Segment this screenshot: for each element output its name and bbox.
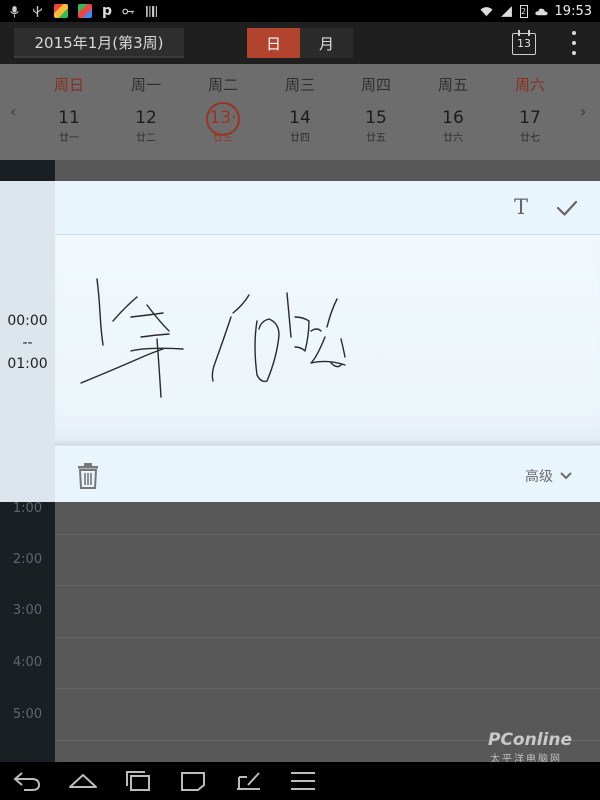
day-number: 14: [289, 108, 311, 128]
event-start-time: 00:00: [7, 313, 48, 329]
note-icon[interactable]: [178, 769, 208, 793]
watermark-brand: PConline: [488, 730, 573, 750]
day-number: 15: [365, 108, 387, 128]
day-number: 16: [442, 108, 464, 128]
handwriting-canvas[interactable]: [55, 235, 600, 445]
lunar-date: 廿一: [59, 133, 79, 144]
menu-dot: [572, 31, 576, 35]
microphone-icon: [10, 5, 19, 17]
back-icon[interactable]: [12, 769, 42, 793]
menu-icon[interactable]: [288, 769, 318, 793]
tab-month-view[interactable]: 月: [300, 28, 353, 58]
calendar-ring: [528, 30, 530, 36]
hour-label: 1:00: [12, 501, 43, 516]
signal-icon: [500, 5, 512, 17]
handwritten-ink-strokes: [80, 278, 346, 398]
day-tuesday-today[interactable]: 周二 13· 廿三: [188, 64, 258, 160]
day-number: 11: [58, 108, 80, 128]
hour-label: 2:00: [12, 552, 43, 567]
today-calendar-button[interactable]: 13: [512, 30, 536, 56]
battery-icon: 2: [519, 4, 528, 18]
editor-footer: 高级: [55, 445, 600, 502]
usb-icon: [33, 5, 42, 17]
recent-apps-icon[interactable]: [124, 769, 154, 793]
view-toggle: 日 月: [247, 28, 353, 58]
chevron-down-icon: [560, 472, 572, 480]
date-range-selector[interactable]: 2015年1月(第3周): [14, 28, 184, 58]
calendar-ring: [518, 30, 520, 36]
day-friday[interactable]: 周五 16 廿六: [418, 64, 488, 160]
app-icon: [54, 4, 68, 18]
hour-line: [55, 585, 600, 586]
more-options-icon[interactable]: [566, 31, 582, 55]
lunar-date: 廿四: [290, 133, 310, 144]
home-icon[interactable]: [68, 769, 98, 793]
trash-icon[interactable]: [77, 463, 99, 489]
hour-label: 4:00: [12, 655, 43, 670]
day-number: 17: [519, 108, 541, 128]
day-name: 周三: [284, 76, 315, 94]
day-monday[interactable]: 周一 12 廿二: [111, 64, 181, 160]
event-editor-card: 00:00 -- 01:00 T 高级: [0, 181, 600, 502]
app-bar: 2015年1月(第3周) 日 月 13: [0, 22, 600, 64]
day-sunday[interactable]: 周日 11 廿一: [34, 64, 104, 160]
event-editor: T 高级: [55, 181, 600, 502]
time-separator: --: [22, 335, 33, 351]
day-name: 周五: [437, 76, 468, 94]
app-icon: [78, 4, 92, 18]
week-strip: ‹ › 周日 11 廿一 周一 12 廿二 周二 13· 廿三 周三 14 廿四…: [0, 64, 600, 160]
status-bar: p 2 19:53: [0, 0, 600, 22]
day-name: 周一: [130, 76, 161, 94]
checkmark-icon[interactable]: [555, 197, 579, 219]
status-time: 19:53: [554, 3, 592, 19]
previous-week-chevron-icon[interactable]: ‹: [10, 104, 24, 120]
watermark: PConline 太平洋电脑网: [484, 730, 594, 765]
lunar-date: 廿五: [366, 133, 386, 144]
day-name: 周日: [53, 76, 84, 94]
hour-line: [55, 534, 600, 535]
day-wednesday[interactable]: 周三 14 廿四: [265, 64, 335, 160]
today-number: 13: [517, 37, 531, 50]
hour-line: [55, 688, 600, 689]
day-name: 周二: [207, 76, 238, 94]
menu-dot: [572, 51, 576, 55]
next-week-chevron-icon[interactable]: ›: [580, 104, 594, 120]
event-end-time: 01:00: [7, 356, 48, 372]
tab-day-view[interactable]: 日: [247, 28, 300, 58]
day-name: 周六: [514, 76, 545, 94]
lunar-date: 廿七: [520, 133, 540, 144]
edit-icon[interactable]: [234, 769, 264, 793]
lunar-date: 廿二: [136, 133, 156, 144]
event-time-panel[interactable]: 00:00 -- 01:00: [0, 181, 55, 502]
advanced-options-button[interactable]: 高级: [525, 466, 585, 486]
hour-label: 5:00: [12, 707, 43, 722]
lunar-date: 廿六: [443, 133, 463, 144]
hour-label: 3:00: [12, 603, 43, 618]
p-icon: p: [102, 3, 113, 19]
wifi-icon: [479, 6, 493, 16]
day-thursday[interactable]: 周四 15 廿五: [341, 64, 411, 160]
hour-line: [55, 637, 600, 638]
text-mode-icon[interactable]: T: [511, 196, 531, 218]
day-saturday[interactable]: 周六 17 廿七: [495, 64, 565, 160]
lunar-date: 廿三: [213, 133, 233, 144]
advanced-label: 高级: [525, 469, 553, 485]
editor-toolbar: T: [55, 181, 600, 235]
navigation-bar: [0, 762, 600, 800]
day-name: 周四: [360, 76, 391, 94]
day-number: 12: [135, 108, 157, 128]
cloud-icon: [534, 8, 548, 15]
menu-dot: [572, 41, 576, 45]
key-icon: [122, 8, 135, 14]
barcode-icon: [146, 5, 157, 17]
day-number: 13·: [209, 108, 237, 128]
